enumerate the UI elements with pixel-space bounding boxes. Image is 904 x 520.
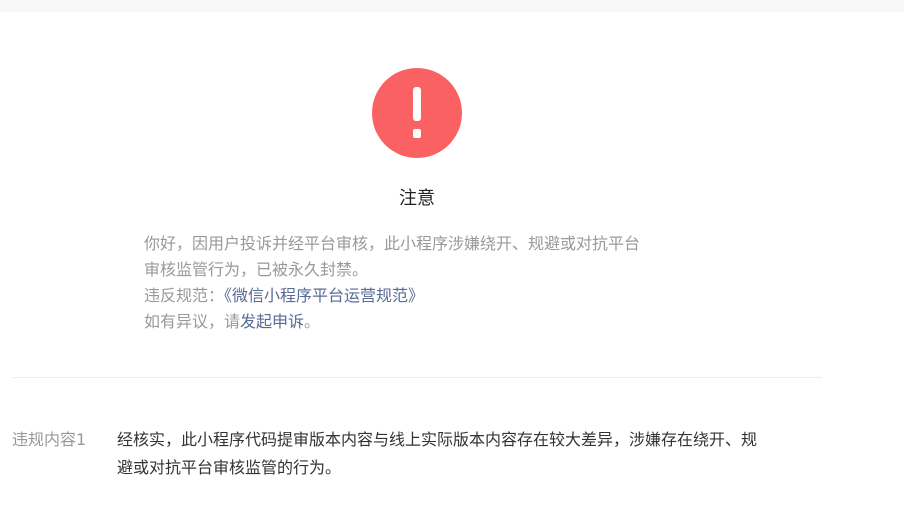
rule-prefix: 违反规范： [144, 286, 225, 305]
appeal-link[interactable]: 发起申诉 [240, 312, 304, 331]
appeal-suffix: 。 [304, 312, 321, 331]
notice-title: 注意 [399, 188, 435, 209]
message-line-1: 你好，因用户投诉并经平台审核，此小程序涉嫌绕开、规避或对抗平台 [144, 234, 641, 253]
warning-badge [372, 68, 462, 158]
violation-content-line-1: 经核实，此小程序代码提审版本内容与线上实际版本内容存在较大差异，涉嫌存在绕开、规 [117, 430, 758, 449]
divider [12, 377, 822, 378]
rule-line: 违反规范：《微信小程序平台运营规范》 [144, 283, 704, 309]
appeal-line: 如有异议，请发起申诉。 [144, 309, 704, 335]
violation-label: 违规内容1 [12, 430, 87, 449]
exclamation-icon [413, 87, 421, 138]
violation-row: 违规内容1 经核实，此小程序代码提审版本内容与线上实际版本内容存在较大差异，涉嫌… [12, 426, 832, 482]
appeal-prefix: 如有异议，请 [144, 312, 241, 331]
ban-message: 你好，因用户投诉并经平台审核，此小程序涉嫌绕开、规避或对抗平台 审核监管行为，已… [144, 231, 704, 335]
violation-content: 经核实，此小程序代码提审版本内容与线上实际版本内容存在较大差异，涉嫌存在绕开、规… [117, 426, 822, 482]
top-strip [0, 0, 904, 12]
platform-rules-link[interactable]: 《微信小程序平台运营规范》 [224, 286, 424, 305]
message-line-2: 审核监管行为，已被永久封禁。 [144, 260, 369, 279]
violation-content-line-2: 避或对抗平台审核监管的行为。 [117, 458, 342, 477]
